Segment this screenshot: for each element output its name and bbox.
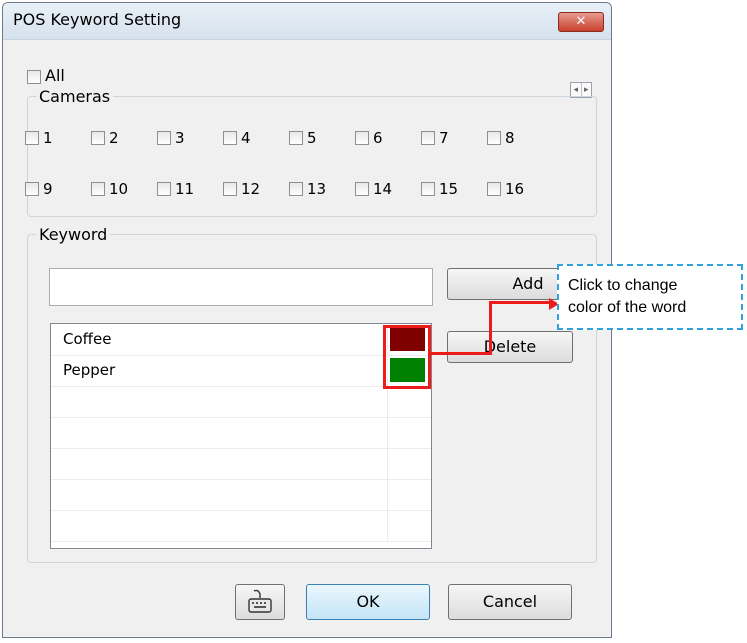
camera-checkbox[interactable]: 13 [289,180,355,198]
all-checkbox-label: All [45,66,65,85]
camera-checkbox-label: 11 [175,180,195,198]
camera-checkbox-box[interactable] [355,131,369,145]
camera-checkbox-box[interactable] [157,182,171,196]
camera-checkbox-label: 2 [109,129,119,147]
camera-checkbox-label: 13 [307,180,327,198]
camera-checkbox-box[interactable] [289,182,303,196]
camera-checkbox-box[interactable] [223,182,237,196]
camera-checkbox[interactable]: 12 [223,180,289,198]
camera-checkbox-box[interactable] [421,182,435,196]
pos-keyword-setting-dialog: POS Keyword Setting ✕ All ◂ ▸ Cameras 12… [2,2,612,638]
keyboard-button[interactable] [235,584,285,620]
camera-checkbox[interactable]: 8 [487,129,553,147]
annotation-callout: Click to change color of the word [557,264,743,330]
ok-button-label: OK [356,592,380,611]
camera-checkbox[interactable]: 6 [355,129,421,147]
column-divider [387,510,388,541]
add-button-label: Add [512,274,544,293]
all-checkbox[interactable]: All [27,66,65,85]
camera-checkbox[interactable]: 7 [421,129,487,147]
keyword-text: Coffee [63,330,112,348]
camera-checkbox[interactable]: 16 [487,180,553,198]
cameras-legend: Cameras [39,87,111,106]
title-bar: POS Keyword Setting ✕ [3,3,611,40]
list-item[interactable] [51,448,431,480]
camera-checkbox[interactable]: 15 [421,180,487,198]
camera-checkbox-box[interactable] [289,131,303,145]
keyword-legend: Keyword [39,225,108,244]
camera-checkbox-box[interactable] [91,131,105,145]
list-item[interactable] [51,417,431,449]
delete-button[interactable]: Delete [447,331,573,363]
window-title: POS Keyword Setting [13,10,182,29]
camera-checkbox-label: 10 [109,180,129,198]
cancel-button-label: Cancel [482,592,538,611]
camera-checkbox[interactable]: 10 [91,180,157,198]
camera-checkbox-box[interactable] [487,182,501,196]
camera-checkbox-box[interactable] [421,131,435,145]
list-item[interactable]: Pepper [51,355,431,387]
column-divider [387,448,388,479]
camera-checkbox-label: 1 [43,129,53,147]
camera-checkbox-label: 3 [175,129,185,147]
camera-checkbox-box[interactable] [25,131,39,145]
camera-checkbox[interactable]: 4 [223,129,289,147]
camera-checkbox-label: 5 [307,129,317,147]
column-divider [387,386,388,417]
camera-checkbox-label: 7 [439,129,449,147]
annotation-connector [489,301,549,304]
color-column-highlight [383,325,431,389]
keyword-text: Pepper [63,361,116,379]
camera-row: 9 10 11 12 13 14 15 16 [25,180,553,198]
camera-checkbox[interactable]: 5 [289,129,355,147]
camera-checkbox[interactable]: 2 [91,129,157,147]
camera-row: 1 2 3 4 5 6 7 8 [25,129,553,147]
camera-checkbox[interactable]: 1 [25,129,91,147]
camera-checkbox-label: 16 [505,180,525,198]
camera-checkbox-box[interactable] [355,182,369,196]
column-divider [387,479,388,510]
camera-checkbox-box[interactable] [223,131,237,145]
camera-checkbox-box[interactable] [487,131,501,145]
camera-checkbox-box[interactable] [157,131,171,145]
close-icon: ✕ [575,14,587,29]
camera-checkbox-label: 15 [439,180,459,198]
keyword-list[interactable]: Coffee Pepper [50,323,432,549]
list-item[interactable] [51,479,431,511]
camera-checkbox-box[interactable] [91,182,105,196]
list-item[interactable] [51,386,431,418]
annotation-connector [431,352,491,355]
camera-checkbox-label: 8 [505,129,515,147]
camera-checkbox-label: 9 [43,180,53,198]
callout-line-1: Click to change [568,277,678,294]
column-divider [387,417,388,448]
camera-checkbox-label: 14 [373,180,393,198]
camera-checkbox[interactable]: 14 [355,180,421,198]
list-item[interactable]: Coffee [51,324,431,356]
keyboard-icon [248,589,272,613]
list-item[interactable] [51,510,431,542]
keyword-input[interactable] [49,268,433,306]
camera-checkbox[interactable]: 3 [157,129,223,147]
add-button[interactable]: Add [447,268,573,300]
camera-checkbox-label: 4 [241,129,251,147]
camera-checkbox-label: 12 [241,180,261,198]
annotation-connector [489,301,492,355]
camera-checkbox[interactable]: 9 [25,180,91,198]
all-checkbox-box[interactable] [27,69,41,84]
ok-button[interactable]: OK [306,584,430,620]
camera-checkbox-box[interactable] [25,182,39,196]
camera-checkbox[interactable]: 11 [157,180,223,198]
close-button[interactable]: ✕ [558,12,604,32]
callout-line-2: color of the word [568,299,687,316]
camera-checkbox-label: 6 [373,129,383,147]
cancel-button[interactable]: Cancel [448,584,572,620]
